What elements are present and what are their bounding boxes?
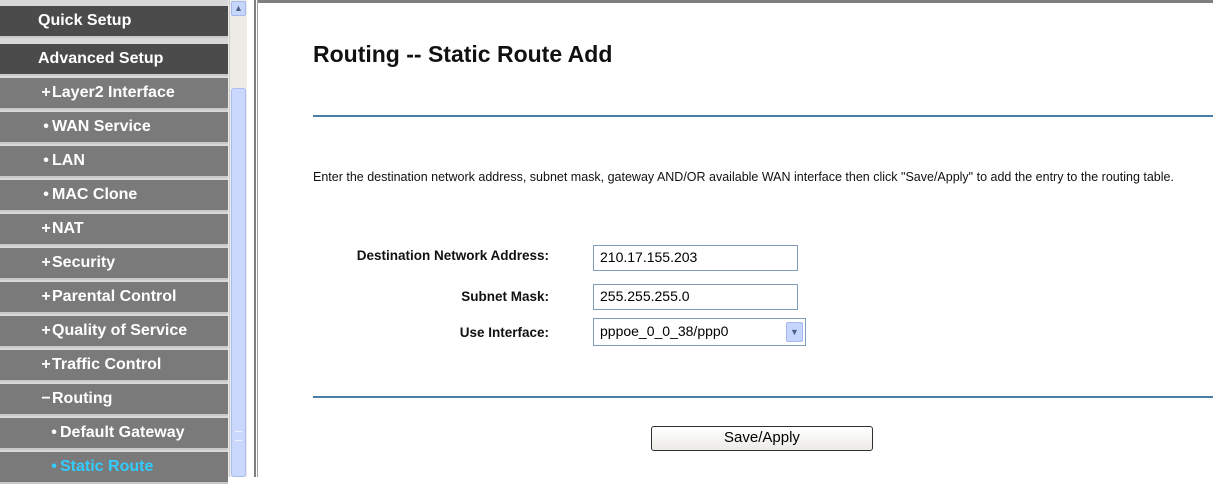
sidebar-menu: Quick Setup Advanced Setup +Layer2 Inter… <box>0 0 228 484</box>
sidebar-item-label: Security <box>52 254 116 271</box>
sidebar-item-security[interactable]: +Security <box>0 248 228 280</box>
scroll-up-button[interactable]: ▲ <box>231 1 246 16</box>
sidebar-item-static-route[interactable]: • Static Route <box>0 452 228 484</box>
sidebar-item-quick-setup[interactable]: Quick Setup <box>0 6 228 38</box>
sidebar-item-label: Quick Setup <box>38 12 132 29</box>
bullet-icon: • <box>43 118 49 135</box>
destination-address-input[interactable]: 210.17.155.203 <box>593 245 798 271</box>
chevron-down-icon[interactable]: ▼ <box>786 322 803 342</box>
destination-label: Destination Network Address: <box>356 248 549 263</box>
sidebar-item-label: NAT <box>52 220 84 237</box>
chevron-up-icon: ▲ <box>234 3 243 13</box>
interface-select-value: pppoe_0_0_38/ppp0 <box>600 323 729 339</box>
use-interface-label: Use Interface: <box>459 325 549 340</box>
sidebar-item-label: Advanced Setup <box>38 50 164 67</box>
sidebar-item-label: Parental Control <box>52 288 177 305</box>
sidebar-item-layer2-interface[interactable]: +Layer2 Interface <box>0 78 228 110</box>
sidebar-item-lan[interactable]: • LAN <box>0 146 228 178</box>
plus-icon: + <box>41 322 51 339</box>
sidebar-item-label: Routing <box>52 390 113 407</box>
sidebar-scrollbar[interactable]: ▲ <box>229 0 247 477</box>
sidebar-item-label: LAN <box>52 152 85 169</box>
sidebar-item-parental-control[interactable]: +Parental Control <box>0 282 228 314</box>
sidebar: Quick Setup Advanced Setup +Layer2 Inter… <box>0 0 247 484</box>
page-title: Routing -- Static Route Add <box>313 41 613 67</box>
frame-top-border <box>258 0 1213 3</box>
plus-icon: + <box>41 288 51 305</box>
sidebar-item-label: Default Gateway <box>60 424 185 441</box>
subnet-mask-input[interactable]: 255.255.255.0 <box>593 284 798 310</box>
minus-icon: − <box>41 390 51 407</box>
sidebar-item-wan-service[interactable]: • WAN Service <box>0 112 228 144</box>
plus-icon: + <box>41 220 51 237</box>
plus-icon: + <box>41 84 51 101</box>
sidebar-item-label: Quality of Service <box>52 322 188 339</box>
interface-select[interactable]: pppoe_0_0_38/ppp0 ▼ <box>593 318 806 346</box>
sidebar-item-label: Layer2 Interface <box>52 84 175 101</box>
sidebar-item-label: WAN Service <box>52 118 151 135</box>
sidebar-item-label: Static Route <box>60 458 154 475</box>
save-apply-button[interactable]: Save/Apply <box>651 426 873 451</box>
sidebar-item-mac-clone[interactable]: • MAC Clone <box>0 180 228 212</box>
bullet-icon: • <box>43 152 49 169</box>
sidebar-item-traffic-control[interactable]: +Traffic Control <box>0 350 228 382</box>
sidebar-item-quality-of-service[interactable]: +Quality of Service <box>0 316 228 348</box>
frame-divider <box>254 0 258 477</box>
sidebar-item-label: Traffic Control <box>52 356 162 373</box>
sidebar-item-routing[interactable]: −Routing <box>0 384 228 416</box>
bullet-icon: • <box>51 458 57 475</box>
sidebar-item-advanced-setup[interactable]: Advanced Setup <box>0 44 228 76</box>
plus-icon: + <box>41 254 51 271</box>
divider <box>313 115 1213 117</box>
plus-icon: + <box>41 356 51 373</box>
subnet-mask-label: Subnet Mask: <box>461 289 549 304</box>
grip-icon <box>235 431 242 441</box>
sidebar-item-label: MAC Clone <box>52 186 138 203</box>
sidebar-item-default-gateway[interactable]: • Default Gateway <box>0 418 228 450</box>
bullet-icon: • <box>51 424 57 441</box>
bullet-icon: • <box>43 186 49 203</box>
instructions-text: Enter the destination network address, s… <box>313 170 1174 184</box>
divider <box>313 396 1213 398</box>
sidebar-item-nat[interactable]: +NAT <box>0 214 228 246</box>
scrollbar-thumb[interactable] <box>231 88 246 477</box>
